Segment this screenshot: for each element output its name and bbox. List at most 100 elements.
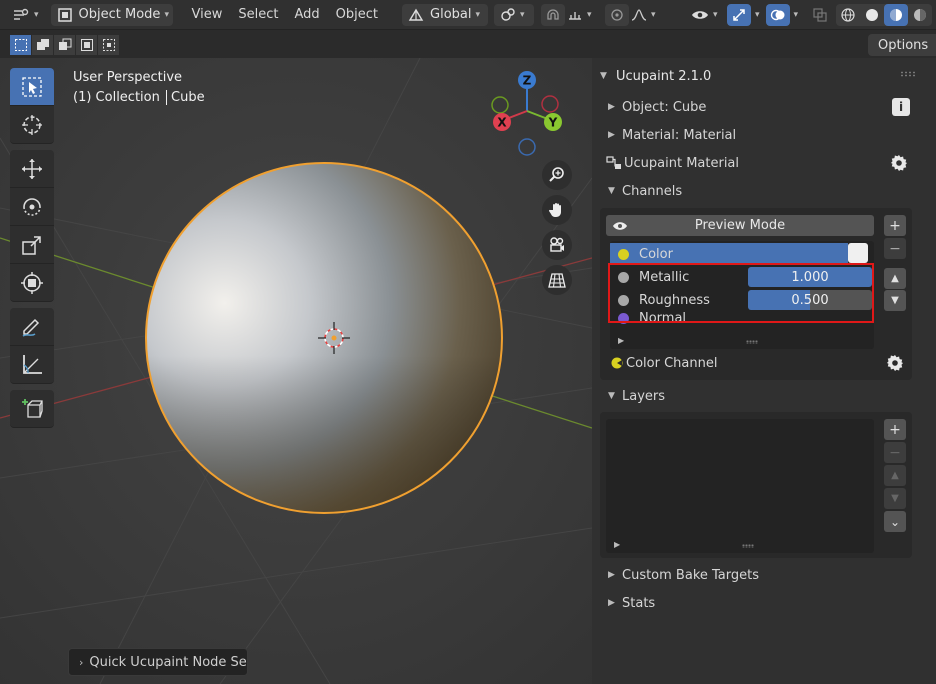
move-channel-up-button[interactable]: ▲ [884,268,906,289]
chevron-down-icon: ▾ [475,9,481,20]
annotate-tool[interactable] [10,308,54,346]
rendered-shading-button[interactable] [908,4,932,26]
gizmo-toggle[interactable] [727,3,752,26]
navigation-gizmo[interactable]: Z Y X [487,68,567,158]
snap-toggle[interactable] [541,3,566,26]
ruler-icon [20,353,44,377]
editor-type-button[interactable]: ▾ [6,4,45,26]
move-channel-down-button[interactable]: ▼ [884,290,906,311]
magnifier-icon [548,166,566,184]
list-expand-triangle-icon[interactable]: ▶ [614,540,628,549]
select-box-tool[interactable] [10,68,54,106]
ucupaint-sidebar: ▼ Ucupaint 2.1.0 ▶ Object: Cube i ▶ Mate… [592,58,936,684]
xray-icon [812,7,828,23]
channel-name: Color [639,246,673,262]
preview-mode-button[interactable]: Preview Mode [606,215,874,236]
stats-subpanel[interactable]: ▶ Stats [608,593,655,613]
snap-target-dropdown[interactable]: ▾ [565,4,599,26]
pivot-point-dropdown[interactable]: ▾ [494,3,535,26]
collection-info: (1) Collection Cube [73,88,205,108]
material-preview-shading-button[interactable] [884,3,909,26]
chevron-down-icon: ▾ [651,9,656,20]
add-channel-button[interactable]: + [884,215,906,236]
channel-row-color[interactable]: Color [610,243,848,265]
list-resize-grip-icon[interactable] [742,544,754,548]
expanded-triangle-icon: ▼ [608,391,615,401]
last-operation-label: Quick Ucupaint Node Setu [89,654,248,670]
move-tool[interactable] [10,150,54,188]
menu-select[interactable]: Select [230,4,286,26]
x-axis-label: X [497,116,507,130]
pan-button[interactable] [542,195,572,225]
menu-add[interactable]: Add [287,4,328,26]
measure-tool[interactable] [10,346,54,384]
info-button[interactable]: i [892,98,910,116]
add-layer-button[interactable]: + [884,419,906,440]
layers-label: Layers [622,388,666,404]
menu-object[interactable]: Object [328,4,386,26]
drag-grip-icon[interactable] [900,71,916,77]
select-subtract-button[interactable] [54,35,76,55]
ucupaint-panel-header[interactable]: ▼ Ucupaint 2.1.0 [600,66,711,86]
xray-toggle[interactable] [808,4,832,26]
arrow-down-icon: ▼ [891,493,899,504]
expanded-triangle-icon: ▼ [608,186,615,196]
solid-shading-button[interactable] [860,4,884,26]
move-layer-up-button[interactable]: ▲ [884,465,906,486]
wireframe-shading-button[interactable] [836,4,860,26]
remove-channel-button[interactable]: − [884,238,906,259]
options-dropdown[interactable]: Options [868,34,936,56]
info-icon: i [898,100,904,114]
node-tree-icon [604,155,624,171]
minus-icon: − [889,444,901,461]
eye-icon [691,8,709,22]
rotate-icon [20,195,44,219]
menu-view[interactable]: View [184,4,231,26]
3d-viewport[interactable]: User Perspective (1) Collection Cube Z Y… [0,58,592,684]
material-subpanel[interactable]: ▶ Material: Material [608,125,736,145]
select-extend-icon [36,38,50,52]
add-cube-tool[interactable] [10,390,54,428]
overlays-toggle[interactable] [765,3,790,26]
rotate-tool[interactable] [10,188,54,226]
channels-label: Channels [622,183,683,199]
zoom-button[interactable] [542,160,572,190]
transform-tool[interactable] [10,264,54,302]
ucupaint-material-row: Ucupaint Material [604,153,739,173]
select-intersect-button[interactable] [98,35,120,55]
layers-panel: ▶ + − ▲ ▼ ⌄ [600,412,912,558]
custom-bake-targets-subpanel[interactable]: ▶ Custom Bake Targets [608,565,759,585]
gear-icon [890,154,908,172]
perspective-toggle-button[interactable] [542,265,572,295]
scale-tool[interactable] [10,226,54,264]
active-object-name: Cube [171,90,205,105]
select-extend-button[interactable] [32,35,54,55]
proportional-editing-toggle[interactable] [605,3,630,26]
falloff-dropdown[interactable]: ▾ [629,4,663,26]
last-operation-panel[interactable]: › Quick Ucupaint Node Setu [68,648,248,676]
cursor-tool[interactable] [10,106,54,144]
list-expand-triangle-icon[interactable]: ▶ [618,336,632,345]
move-layer-down-button[interactable]: ▼ [884,488,906,509]
select-invert-button[interactable] [76,35,98,55]
object-subpanel[interactable]: ▶ Object: Cube [608,97,706,117]
remove-layer-button[interactable]: − [884,442,906,463]
visibility-dropdown[interactable]: ▾ [689,4,723,26]
select-new-button[interactable] [10,35,32,55]
material-settings-button[interactable] [890,154,908,176]
mode-dropdown[interactable]: Object Mode ▾ [50,3,173,26]
camera-view-button[interactable] [542,230,572,260]
chevron-down-icon: ▾ [164,9,169,20]
channel-settings-button[interactable] [886,354,904,376]
color-swatch[interactable] [848,243,868,263]
layer-list[interactable]: ▶ [606,419,874,553]
orientation-dropdown[interactable]: Global ▾ [402,3,489,26]
list-resize-grip-icon[interactable] [746,340,758,344]
channels-subpanel-header[interactable]: ▼ Channels [608,181,682,201]
channel-list-footer: ▶ [610,335,874,349]
highlight-box [608,263,874,323]
layer-menu-button[interactable]: ⌄ [884,511,906,532]
gizmo-chevron-icon[interactable]: ▾ [755,10,760,20]
layers-subpanel-header[interactable]: ▼ Layers [608,386,665,406]
overlays-chevron-icon[interactable]: ▾ [794,10,799,20]
